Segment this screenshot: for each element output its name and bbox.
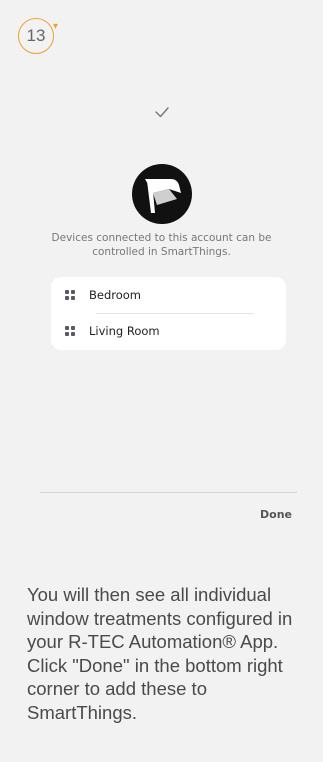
room-grid-icon [65,290,75,300]
step-badge: 13 ▾ [18,18,58,54]
step-arrow-icon: ▾ [52,21,58,32]
step-number: 13 [26,26,46,45]
device-label: Living Room [89,324,160,338]
list-item[interactable]: Bedroom [51,277,286,313]
r-tec-logo-icon [132,164,192,224]
screen: 13 ▾ Devices connected to this account c… [0,0,323,762]
instruction-text: You will then see all individual window … [27,584,293,723]
device-label: Bedroom [89,288,142,302]
room-grid-icon [65,326,75,336]
checkmark-icon [155,107,169,118]
device-list: Bedroom Living Room [51,277,286,350]
divider [40,492,297,493]
done-button[interactable]: Done [238,508,292,526]
info-text: Devices connected to this account can be… [51,232,272,258]
list-item[interactable]: Living Room [51,313,286,349]
